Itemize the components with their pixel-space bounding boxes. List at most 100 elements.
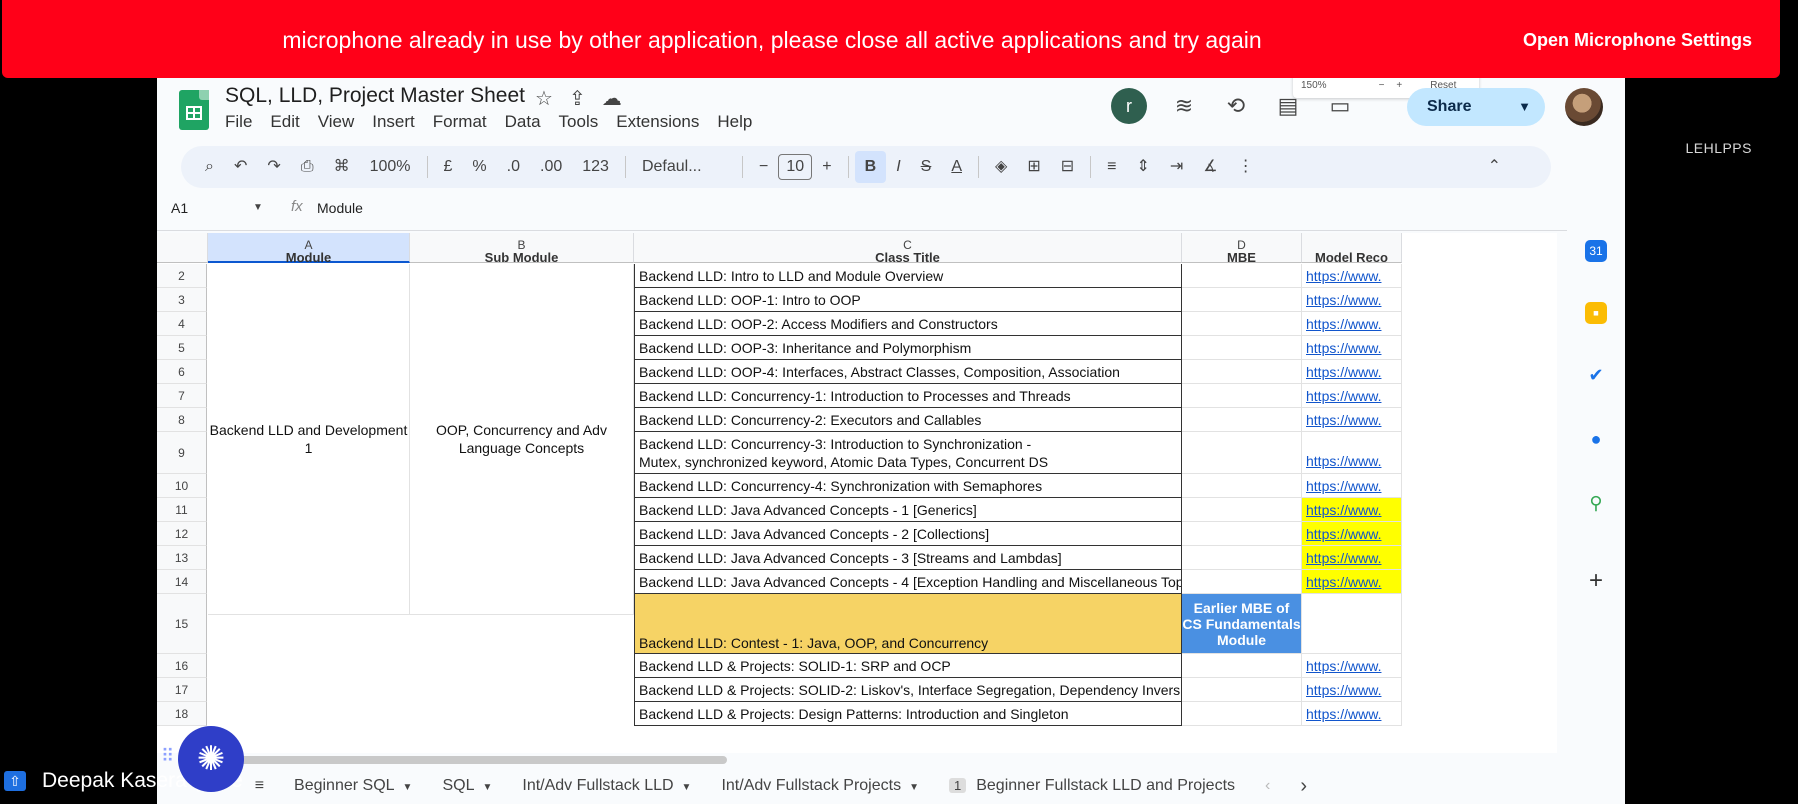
redo-icon[interactable]: ↷ bbox=[257, 146, 290, 188]
move-folder-icon[interactable]: ⇪ bbox=[569, 86, 586, 111]
share-button[interactable]: Share ▼ bbox=[1407, 88, 1545, 126]
meet-icon[interactable]: ▭ bbox=[1325, 91, 1355, 121]
mbe-cell[interactable] bbox=[1182, 702, 1302, 726]
mbe-cell[interactable] bbox=[1182, 288, 1302, 312]
print-icon[interactable]: ⎙ bbox=[291, 146, 324, 188]
comments-icon[interactable]: ▤ bbox=[1273, 91, 1303, 121]
recording-link[interactable]: https://www. bbox=[1302, 336, 1402, 360]
column-header-c[interactable]: C Class Title bbox=[634, 233, 1182, 265]
sheet-tab-sql[interactable]: SQL ▼ bbox=[442, 777, 492, 795]
tasks-icon[interactable]: ✔ bbox=[1585, 364, 1607, 386]
recording-link[interactable]: https://www. bbox=[1302, 288, 1402, 312]
name-box-chevron-icon[interactable]: ▼ bbox=[253, 202, 263, 213]
menu-format[interactable]: Format bbox=[433, 112, 487, 132]
row-header[interactable]: 17 bbox=[157, 678, 207, 702]
select-all-corner[interactable] bbox=[157, 233, 208, 263]
mbe-cell[interactable]: Earlier MBE of CS Fundamentals Module bbox=[1182, 594, 1302, 654]
mbe-cell[interactable] bbox=[1182, 474, 1302, 498]
chevron-down-icon[interactable]: ▼ bbox=[1518, 88, 1531, 126]
row-header[interactable]: 11 bbox=[157, 498, 207, 522]
column-header-a[interactable]: A Module bbox=[208, 233, 410, 265]
mbe-cell[interactable] bbox=[1182, 312, 1302, 336]
keep-icon[interactable]: ▪ bbox=[1585, 302, 1607, 324]
calendar-icon[interactable]: 31 bbox=[1585, 240, 1607, 262]
bold-button[interactable]: B bbox=[854, 151, 887, 183]
undo-icon[interactable]: ↶ bbox=[224, 146, 257, 188]
mbe-cell[interactable] bbox=[1182, 408, 1302, 432]
class-title-cell[interactable]: Backend LLD: Java Advanced Concepts - 3 … bbox=[634, 546, 1182, 570]
row-header[interactable]: 13 bbox=[157, 546, 207, 570]
recording-link[interactable]: https://www. bbox=[1302, 264, 1402, 288]
text-color-button[interactable]: A bbox=[941, 146, 972, 188]
cloud-status-icon[interactable]: ☁ bbox=[602, 86, 622, 111]
class-title-cell[interactable]: Backend LLD: OOP-2: Access Modifiers and… bbox=[634, 312, 1182, 336]
zoom-in-button[interactable]: + bbox=[1396, 80, 1402, 91]
search-icon[interactable]: ⌕ bbox=[195, 146, 224, 188]
merged-sub-module-cell[interactable]: OOP, Concurrency and Adv Language Concep… bbox=[410, 264, 634, 615]
row-header[interactable]: 4 bbox=[157, 312, 207, 336]
class-title-cell[interactable]: Backend LLD & Projects: SOLID-1: SRP and… bbox=[634, 654, 1182, 678]
class-title-cell[interactable]: Backend LLD: Contest - 1: Java, OOP, and… bbox=[634, 594, 1182, 654]
row-header[interactable]: 10 bbox=[157, 474, 207, 498]
maps-icon[interactable]: ⚲ bbox=[1585, 492, 1607, 514]
menu-data[interactable]: Data bbox=[505, 112, 541, 132]
row-header[interactable]: 3 bbox=[157, 288, 207, 312]
class-title-cell[interactable]: Backend LLD & Projects: SOLID-2: Liskov'… bbox=[634, 678, 1182, 702]
recording-link[interactable]: https://www. bbox=[1302, 522, 1402, 546]
row-header[interactable]: 16 bbox=[157, 654, 207, 678]
column-header-b[interactable]: B Sub Module bbox=[410, 233, 634, 265]
row-header[interactable]: 7 bbox=[157, 384, 207, 408]
zoom-out-button[interactable]: − bbox=[1379, 80, 1385, 91]
class-title-cell[interactable]: Backend LLD: OOP-3: Inheritance and Poly… bbox=[634, 336, 1182, 360]
class-title-cell[interactable]: Backend LLD: Intro to LLD and Module Ove… bbox=[634, 264, 1182, 288]
row-header[interactable]: 2 bbox=[157, 264, 207, 288]
column-header-d[interactable]: D MBE bbox=[1182, 233, 1302, 265]
row-header[interactable]: 8 bbox=[157, 408, 207, 432]
chat-icon[interactable]: ≋ bbox=[1169, 91, 1199, 121]
text-rotation-icon[interactable]: ∡ bbox=[1193, 146, 1227, 188]
document-title[interactable]: SQL, LLD, Project Master Sheet bbox=[225, 84, 525, 108]
text-wrap-icon[interactable]: ⇥ bbox=[1160, 146, 1193, 188]
chevron-down-icon[interactable]: ▼ bbox=[482, 782, 492, 793]
font-size-decrease-button[interactable]: − bbox=[749, 146, 778, 188]
currency-format-button[interactable]: £ bbox=[434, 146, 463, 188]
add-addon-icon[interactable]: + bbox=[1585, 569, 1607, 593]
merge-cells-icon[interactable]: ⊟ bbox=[1051, 146, 1084, 188]
zoom-select[interactable]: 100% bbox=[360, 146, 421, 188]
settings-fab-icon[interactable]: ✺ bbox=[178, 726, 244, 792]
mbe-cell[interactable] bbox=[1182, 336, 1302, 360]
contacts-icon[interactable]: ● bbox=[1585, 428, 1607, 450]
recording-link[interactable]: https://www. bbox=[1302, 546, 1402, 570]
class-title-cell[interactable]: Backend LLD & Projects: Design Patterns:… bbox=[634, 702, 1182, 726]
row-header[interactable]: 18 bbox=[157, 702, 207, 726]
open-microphone-settings-link[interactable]: Open Microphone Settings bbox=[1523, 0, 1752, 78]
row-header[interactable]: 12 bbox=[157, 522, 207, 546]
menu-file[interactable]: File bbox=[225, 112, 252, 132]
mbe-cell[interactable] bbox=[1182, 264, 1302, 288]
borders-icon[interactable]: ⊞ bbox=[1017, 146, 1050, 188]
class-title-cell[interactable]: Backend LLD: Java Advanced Concepts - 4 … bbox=[634, 570, 1182, 594]
column-header-e[interactable]: Model Reco bbox=[1302, 233, 1402, 265]
mbe-cell[interactable] bbox=[1182, 522, 1302, 546]
recording-link[interactable]: https://www. bbox=[1302, 384, 1402, 408]
recording-link[interactable]: https://www. bbox=[1302, 474, 1402, 498]
class-title-cell[interactable]: Backend LLD: Concurrency-4: Synchronizat… bbox=[634, 474, 1182, 498]
row-header[interactable]: 5 bbox=[157, 336, 207, 360]
recording-link[interactable]: https://www. bbox=[1302, 312, 1402, 336]
class-title-cell[interactable]: Backend LLD: Concurrency-1: Introduction… bbox=[634, 384, 1182, 408]
chevron-down-icon[interactable]: ▼ bbox=[403, 782, 413, 793]
class-title-cell[interactable]: Backend LLD: Java Advanced Concepts - 2 … bbox=[634, 522, 1182, 546]
recording-link[interactable]: https://www. bbox=[1302, 654, 1402, 678]
all-sheets-icon[interactable]: ≡ bbox=[255, 777, 264, 795]
user-avatar[interactable] bbox=[1565, 88, 1603, 126]
scroll-tabs-right-icon[interactable]: › bbox=[1300, 775, 1307, 798]
italic-button[interactable]: I bbox=[886, 146, 910, 188]
strikethrough-button[interactable]: S bbox=[911, 146, 942, 188]
collaborator-avatar[interactable]: r bbox=[1111, 88, 1147, 124]
vertical-align-icon[interactable]: ⇕ bbox=[1126, 146, 1159, 188]
percent-format-button[interactable]: % bbox=[462, 146, 496, 188]
horizontal-scrollbar[interactable] bbox=[197, 756, 727, 764]
row-header[interactable]: 15 bbox=[157, 594, 207, 654]
chevron-down-icon[interactable]: ▼ bbox=[909, 782, 919, 793]
sheet-tab-beginner-fullstack[interactable]: 1 Beginner Fullstack LLD and Projects bbox=[948, 777, 1235, 795]
